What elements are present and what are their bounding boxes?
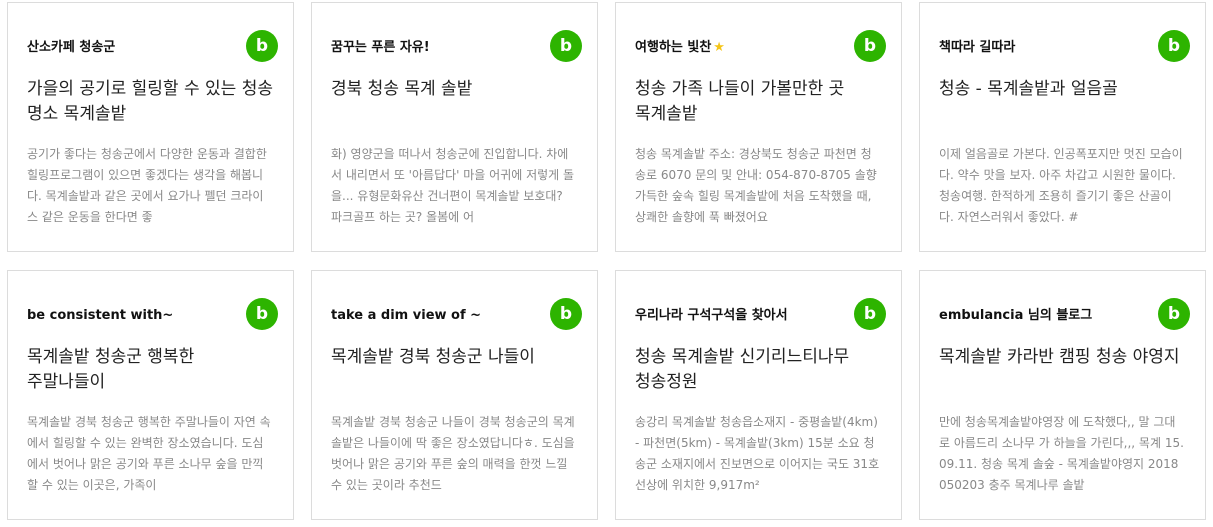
blog-card[interactable]: 여행하는 빛찬 ★ b 청송 가족 나들이 가볼만한 곳 목계솔밭 청송 목계솔밭…	[615, 2, 902, 252]
blog-name[interactable]: 꿈꾸는 푸른 자유!	[331, 39, 541, 57]
blog-card[interactable]: 꿈꾸는 푸른 자유! b 경북 청송 목계 솔밭 화) 영양군을 떠나서 청송군…	[311, 2, 598, 252]
blog-name[interactable]: 산소카페 청송군	[27, 39, 237, 57]
blog-card[interactable]: be consistent with~ b 목계솔밭 청송군 행복한 주말나들이…	[7, 270, 294, 520]
blog-name[interactable]: embulancia 님의 블로그	[939, 307, 1149, 325]
post-snippet: 청송 목계솔밭 주소: 경상북도 청송군 파천면 청송로 6070 문의 및 안…	[635, 147, 877, 224]
post-title[interactable]: 목계솔밭 경북 청송군 나들이	[331, 345, 578, 370]
post-snippet: 화) 영양군을 떠나서 청송군에 진입합니다. 차에서 내리면서 또 '아름답다…	[331, 147, 575, 224]
blog-badge-icon: b	[550, 30, 582, 62]
post-title[interactable]: 목계솔밭 카라반 캠핑 청송 야영지	[939, 345, 1186, 370]
blog-badge-icon: b	[246, 30, 278, 62]
star-icon: ★	[713, 40, 725, 55]
blog-name[interactable]: 우리나라 구석구석을 찾아서	[635, 307, 845, 325]
blog-badge-icon: b	[246, 298, 278, 330]
blog-name[interactable]: be consistent with~	[27, 307, 237, 325]
blog-badge-icon: b	[1158, 30, 1190, 62]
post-snippet: 목계솔밭 경북 청송군 나들이 경북 청송군의 목계솔밭은 나들이에 딱 좋은 …	[331, 415, 575, 492]
post-title[interactable]: 경북 청송 목계 솔밭	[331, 77, 578, 102]
post-title[interactable]: 목계솔밭 청송군 행복한 주말나들이	[27, 345, 274, 395]
blog-badge-icon: b	[854, 30, 886, 62]
post-snippet: 공기가 좋다는 청송군에서 다양한 운동과 결합한 힐링프로그램이 있으면 좋겠…	[27, 147, 267, 224]
blog-card[interactable]: embulancia 님의 블로그 b 목계솔밭 카라반 캠핑 청송 야영지 만…	[919, 270, 1206, 520]
blog-name[interactable]: 여행하는 빛찬 ★	[635, 39, 845, 57]
post-title[interactable]: 청송 가족 나들이 가볼만한 곳 목계솔밭	[635, 77, 882, 127]
blog-card[interactable]: take a dim view of ~ b 목계솔밭 경북 청송군 나들이 목…	[311, 270, 598, 520]
blog-badge-icon: b	[854, 298, 886, 330]
blog-card[interactable]: 산소카페 청송군 b 가을의 공기로 힐링할 수 있는 청송 명소 목계솔밭 공…	[7, 2, 294, 252]
blog-name[interactable]: take a dim view of ~	[331, 307, 541, 325]
post-title[interactable]: 가을의 공기로 힐링할 수 있는 청송 명소 목계솔밭	[27, 77, 274, 127]
blog-card[interactable]: 책따라 길따라 b 청송 - 목계솔밭과 얼음골 이제 얼음골로 가본다. 인공…	[919, 2, 1206, 252]
post-snippet: 만에 청송목계솔밭야영장 에 도착했다,, 말 그대로 아름드리 소나무 가 하…	[939, 415, 1184, 492]
post-title[interactable]: 청송 목계솔밭 신기리느티나무 청송정원	[635, 345, 882, 395]
blog-badge-icon: b	[550, 298, 582, 330]
post-snippet: 송강리 목계솔밭 청송읍소재지 - 중평솔밭(4km) - 파천면(5km) -…	[635, 415, 880, 492]
blog-name[interactable]: 책따라 길따라	[939, 39, 1149, 57]
blog-name-text: 여행하는 빛찬	[635, 40, 712, 55]
blog-card[interactable]: 우리나라 구석구석을 찾아서 b 청송 목계솔밭 신기리느티나무 청송정원 송강…	[615, 270, 902, 520]
post-snippet: 이제 얼음골로 가본다. 인공폭포지만 멋진 모습이다. 약수 맛을 보자. 아…	[939, 147, 1183, 224]
blog-badge-icon: b	[1158, 298, 1190, 330]
post-snippet: 목계솔밭 경북 청송군 행복한 주말나들이 자연 속에서 힐링할 수 있는 완벽…	[27, 415, 271, 492]
post-title[interactable]: 청송 - 목계솔밭과 얼음골	[939, 77, 1186, 102]
